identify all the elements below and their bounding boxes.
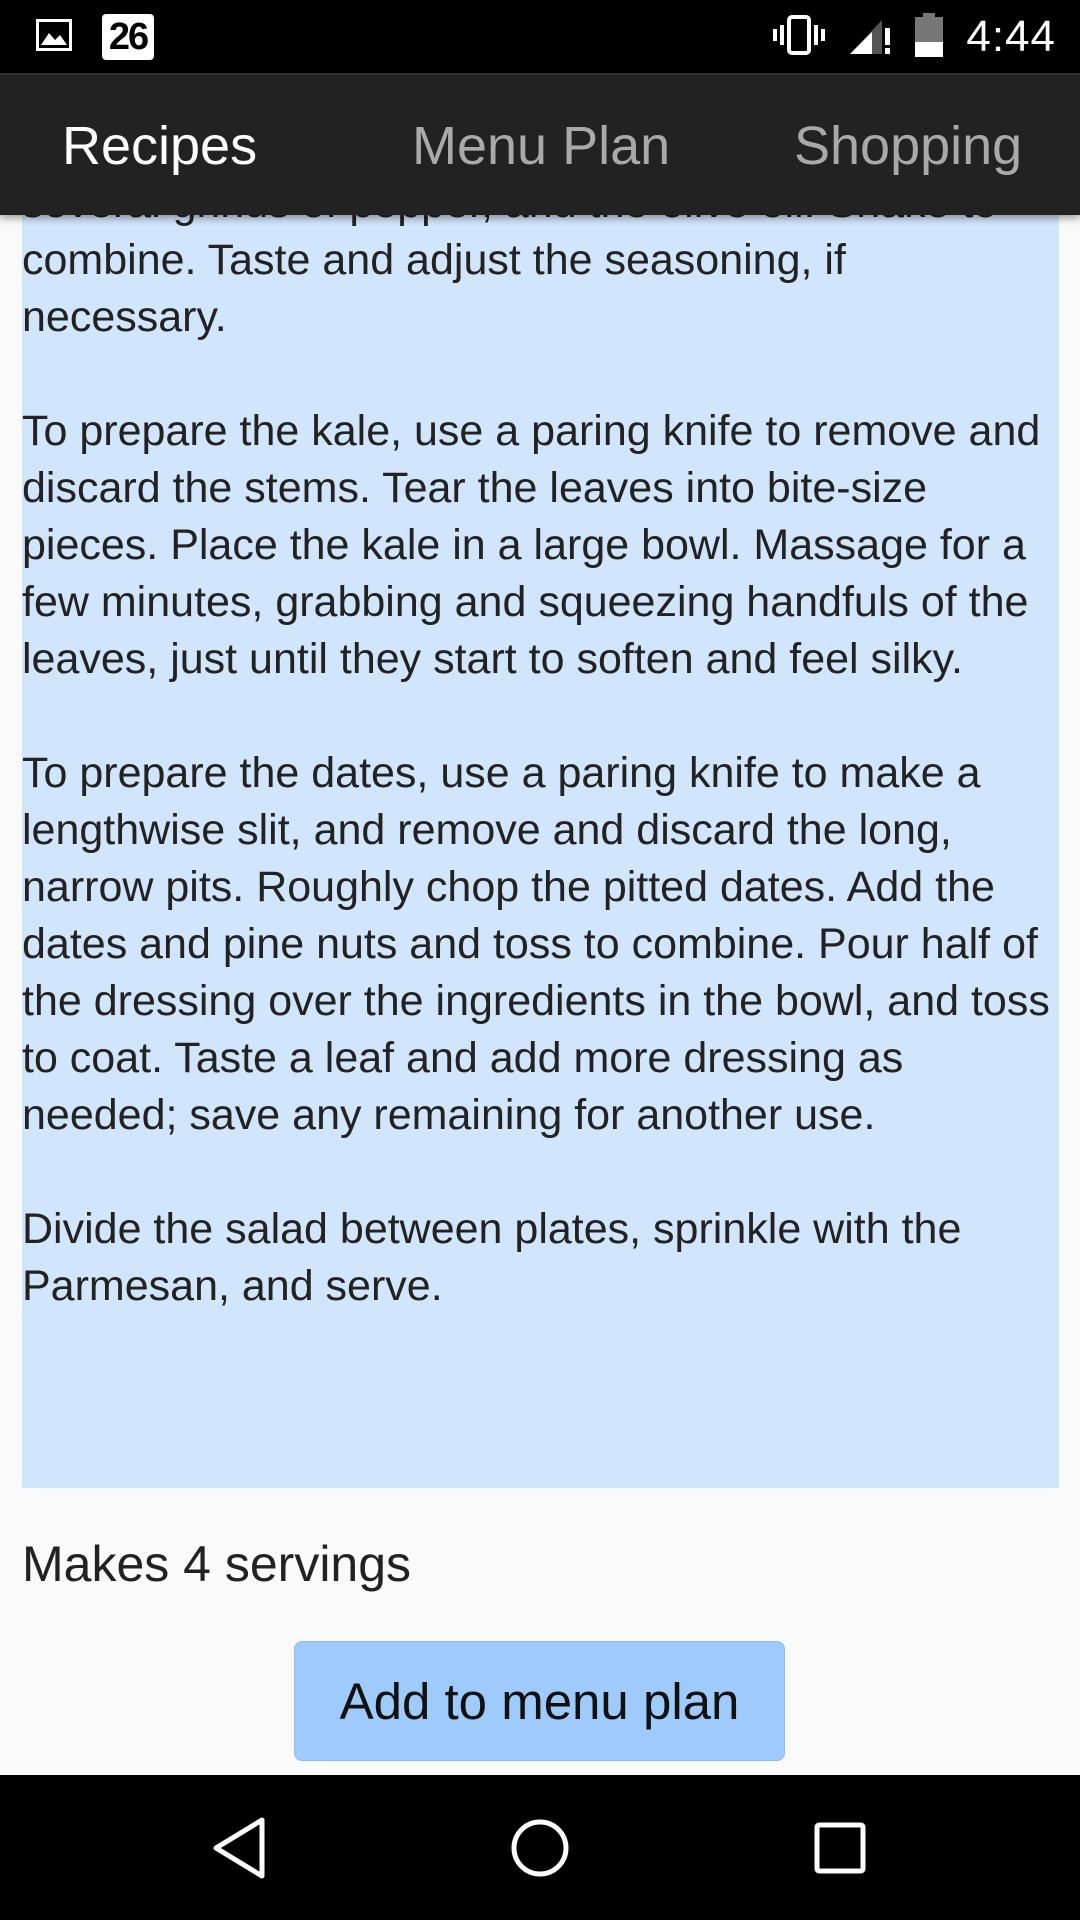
recipe-content[interactable]: several grinds of pepper, and the olive … — [0, 215, 1080, 1775]
instruction-paragraph: several grinds of pepper, and the olive … — [22, 215, 997, 341]
instructions-block: several grinds of pepper, and the olive … — [22, 215, 1059, 1488]
instruction-paragraph: To prepare the dates, use a paring knife… — [22, 749, 1050, 1139]
tab-bar: Recipes Menu Plan Shopping — [0, 73, 1080, 215]
image-icon — [36, 18, 72, 56]
navigation-bar — [0, 1775, 1080, 1920]
recent-apps-icon[interactable] — [770, 1775, 910, 1920]
instruction-paragraph: To prepare the kale, use a paring knife … — [22, 407, 1041, 683]
tab-shopping[interactable]: Shopping — [794, 75, 1022, 217]
vibrate-icon — [772, 14, 826, 61]
home-icon[interactable] — [470, 1775, 610, 1920]
screen: 26 4:44 Recipes Menu Plan Shopping combi… — [0, 0, 1080, 1920]
status-time: 4:44 — [966, 12, 1056, 61]
tab-menu-plan[interactable]: Menu Plan — [412, 75, 670, 217]
signal-icon — [848, 14, 892, 61]
back-icon[interactable] — [170, 1775, 310, 1920]
servings-text: Makes 4 servings — [22, 1536, 412, 1592]
instruction-paragraph: Divide the salad between plates, sprinkl… — [22, 1205, 962, 1310]
add-to-menu-plan-button[interactable]: Add to menu plan — [294, 1641, 785, 1761]
status-bar: 26 4:44 — [0, 0, 1080, 73]
tab-recipes[interactable]: Recipes — [62, 75, 257, 217]
battery-icon — [914, 12, 944, 63]
calendar-icon: 26 — [102, 14, 154, 60]
